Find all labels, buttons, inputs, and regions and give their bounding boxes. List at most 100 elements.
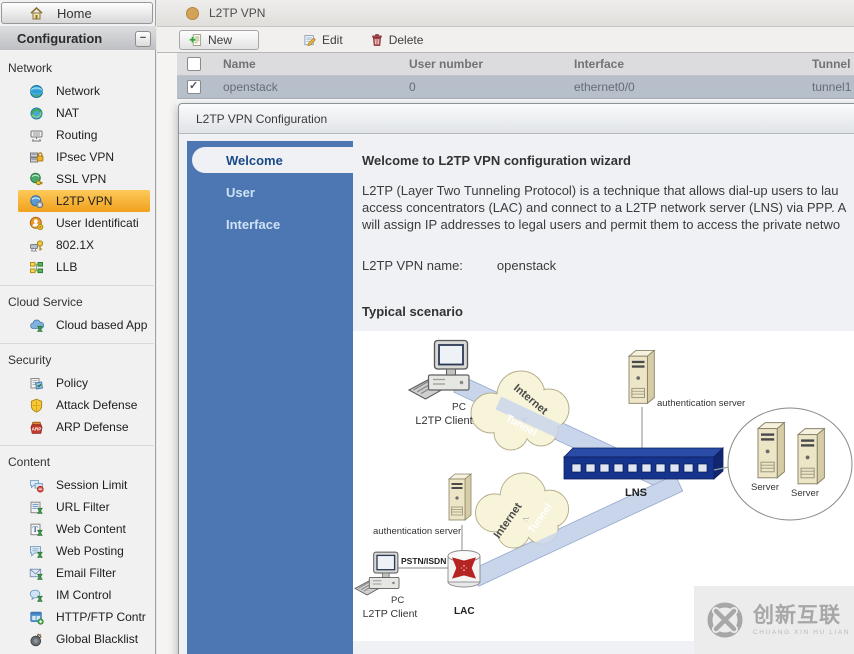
user-identification-icon — [29, 216, 44, 231]
sidebar-item[interactable]: Cloud based App — [18, 314, 150, 336]
delete-button[interactable]: Delete — [370, 33, 423, 47]
global-blacklist-icon — [29, 632, 44, 647]
cell-name: openstack — [223, 80, 278, 94]
section-label: Cloud Service — [8, 295, 83, 309]
sidebar-item-label: Web Content — [56, 522, 126, 536]
sidebar-item[interactable]: Network — [18, 80, 150, 102]
table-row[interactable]: openstack 0 ethernet0/0 tunnel1 — [177, 76, 854, 99]
watermark-cn-text: 创新互联 — [753, 603, 841, 627]
sidebar-item-label: Cloud based App — [56, 318, 148, 332]
sidebar-item[interactable]: URL Filter — [18, 496, 150, 518]
sidebar-item-label: HTTP/FTP Contr — [56, 610, 146, 624]
cell-tunnel: tunnel1 — [812, 80, 852, 94]
globe-icon — [29, 84, 44, 99]
watermark-logo-icon — [707, 602, 743, 638]
tab-l2tp-vpn[interactable]: L2TP VPN — [209, 6, 265, 20]
wizard-step[interactable]: Welcome — [192, 147, 353, 173]
im-control-icon — [29, 588, 44, 603]
policy-icon — [29, 376, 44, 391]
row-checkbox[interactable] — [187, 79, 201, 94]
wizard-nav: Welcome User Interface — [187, 141, 353, 654]
sidebar-item[interactable]: User Identificati — [18, 212, 150, 234]
new-icon — [189, 33, 203, 47]
auth-server-bottom-label: authentication server — [373, 526, 461, 537]
server-label-2: Server — [791, 488, 819, 499]
sidebar-item[interactable]: IM Control — [18, 584, 150, 606]
wizard-heading: Welcome to L2TP VPN configuration wizard — [362, 153, 631, 168]
sidebar-item-label: User Identificati — [56, 216, 139, 230]
sidebar-item[interactable]: Global Blacklist — [18, 628, 150, 650]
sidebar-item[interactable]: L2TP VPN — [18, 190, 150, 212]
wizard-content: Welcome to L2TP VPN configuration wizard… — [353, 141, 854, 654]
app-root: L2TP VPN New Edit Delete Name User numbe… — [0, 0, 854, 654]
email-filter-icon — [29, 566, 44, 581]
sidebar-item-label: Routing — [56, 128, 98, 142]
dialog-title: L2TP VPN Configuration — [196, 111, 328, 126]
column-header-user-number[interactable]: User number — [401, 57, 566, 71]
wizard-step[interactable]: Interface — [192, 211, 353, 237]
key-icon — [29, 238, 44, 253]
sidebar-item-label: 802.1X — [56, 238, 95, 252]
sidebar-item-label: SSL VPN — [56, 172, 107, 186]
sidebar-item-label: Web Posting — [56, 544, 124, 558]
sidebar-item[interactable]: T Web Content — [18, 518, 150, 540]
collapse-panel-button[interactable]: − — [135, 31, 151, 47]
column-header-tunnel[interactable]: Tunnel — [804, 57, 854, 71]
pc-bottom-label: PC — [391, 595, 404, 606]
session-limit-icon — [29, 478, 44, 493]
cloud-icon — [29, 318, 44, 333]
sidebar-item[interactable]: Email Filter — [18, 562, 150, 584]
cell-interface: ethernet0/0 — [574, 80, 635, 94]
column-header-interface[interactable]: Interface — [566, 57, 804, 71]
http-ftp-control-icon — [29, 610, 44, 625]
vpn-name-label: L2TP VPN name: — [362, 258, 463, 273]
sidebar-item[interactable]: Policy — [18, 372, 150, 394]
auth-server-top-label: authentication server — [657, 398, 745, 409]
edit-button[interactable]: Edit — [303, 33, 343, 47]
sidebar-item[interactable]: SSL VPN — [18, 168, 150, 190]
edit-icon — [303, 33, 317, 47]
sidebar-item[interactable]: Session Limit — [18, 474, 150, 496]
web-posting-icon — [29, 544, 44, 559]
pc-top-label: PC — [452, 402, 466, 413]
l2tp-vpn-icon — [29, 194, 44, 209]
sidebar-item[interactable]: HTTP/FTP Contr — [18, 606, 150, 628]
home-button[interactable]: Home — [1, 2, 153, 24]
sidebar: Home Configuration − Network Network NAT… — [0, 0, 156, 654]
vpn-table: Name User number Interface Tunnel openst… — [177, 53, 854, 107]
description-line: will assign IP addresses to legal users … — [362, 217, 841, 232]
sidebar-item-label: IM Control — [56, 588, 112, 602]
wizard-step[interactable]: User — [192, 179, 353, 205]
sidebar-item[interactable]: Routing — [18, 124, 150, 146]
watermark-en-text: CHUANG XIN HU LIAN — [753, 628, 851, 636]
column-header-name[interactable]: Name — [211, 57, 401, 71]
sidebar-nav: Network Network NAT Routing IPsec VPN SS… — [0, 52, 154, 654]
sidebar-item[interactable]: ARP ARP Defense — [18, 416, 150, 438]
lns-label: LNS — [625, 487, 647, 499]
select-all-checkbox[interactable] — [187, 57, 201, 71]
sidebar-item-label: L2TP VPN — [56, 194, 113, 208]
sidebar-item-label: Global Blacklist — [56, 632, 139, 646]
sidebar-item[interactable]: LLB — [18, 256, 150, 278]
table-header-row: Name User number Interface Tunnel — [177, 53, 854, 76]
new-button[interactable]: New — [179, 29, 259, 50]
sidebar-item[interactable]: Web Posting — [18, 540, 150, 562]
dialog-body: Welcome User Interface Welcome to L2TP V… — [187, 141, 854, 654]
dialog-titlebar[interactable]: L2TP VPN Configuration — [179, 104, 854, 134]
l2tp-vpn-configuration-dialog: L2TP VPN Configuration Welcome User Inte… — [178, 103, 854, 654]
home-icon — [29, 6, 44, 21]
wizard-description: L2TP (Layer Two Tunneling Protocol) is a… — [362, 182, 854, 233]
shield-icon — [29, 398, 44, 413]
arp-defense-icon: ARP — [29, 420, 44, 435]
llb-icon — [29, 260, 44, 275]
sidebar-item[interactable]: 802.1X — [18, 234, 150, 256]
sidebar-section: Content Session Limit URL Filter T Web C… — [0, 445, 154, 654]
pstn-isdn-label: PSTN/ISDN — [401, 556, 446, 566]
sidebar-item[interactable]: IPsec VPN — [18, 146, 150, 168]
sidebar-item-label: Attack Defense — [56, 398, 138, 412]
svg-text:T: T — [33, 524, 39, 533]
sidebar-item[interactable]: NAT — [18, 102, 150, 124]
sidebar-item-label: Network — [56, 84, 101, 98]
scenario-heading: Typical scenario — [362, 304, 463, 319]
sidebar-item[interactable]: Attack Defense — [18, 394, 150, 416]
